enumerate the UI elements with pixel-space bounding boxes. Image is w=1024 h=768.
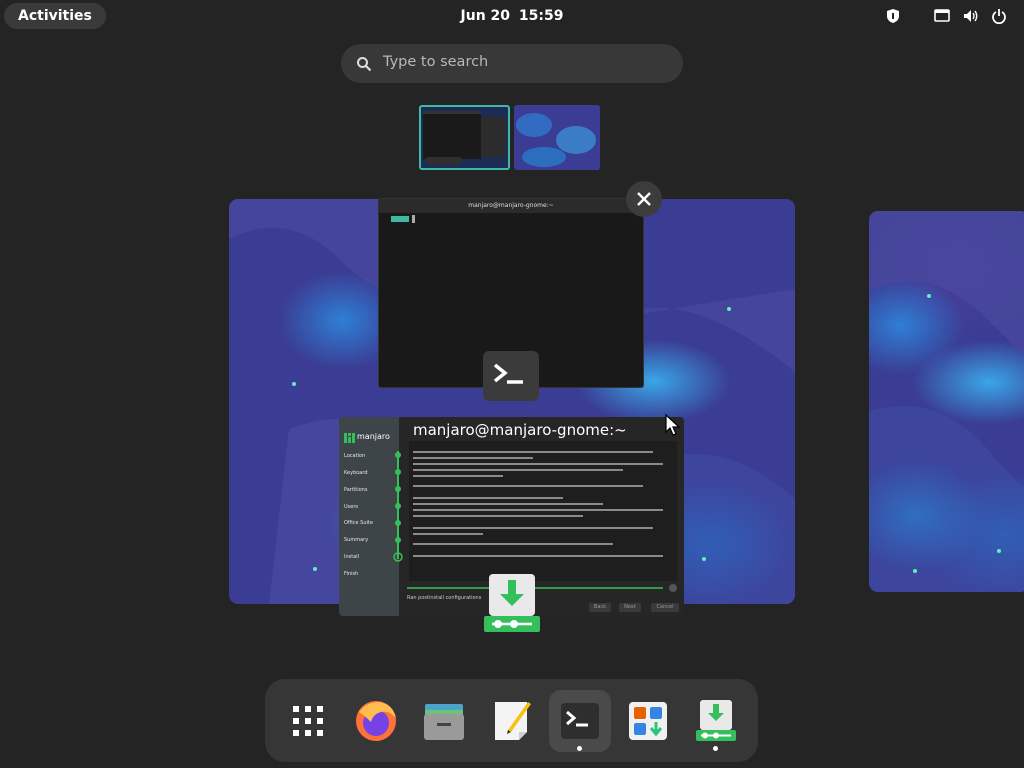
dash-item-firefox[interactable] (345, 690, 407, 752)
installer-brand: manjaro (357, 432, 390, 441)
workspace-thumbnail-2[interactable] (514, 105, 600, 170)
installer-step: Users (344, 504, 359, 510)
shield-icon[interactable] (885, 8, 901, 24)
installer-sidebar: manjaro Location Keyboard Partitions Use… (339, 417, 403, 616)
installer-cancel-button[interactable]: Cancel (651, 603, 679, 612)
installer-icon (484, 574, 540, 632)
wallpaper-pattern (869, 211, 1024, 592)
installer-step: Keyboard (344, 470, 368, 476)
dash-item-installer[interactable] (685, 690, 747, 752)
workspace-thumbnail-preview (514, 105, 600, 170)
workspace-thumbnail-preview (421, 107, 508, 168)
clock[interactable]: Jun 20 15:59 (0, 8, 1024, 24)
dash-item-terminal[interactable] (549, 690, 611, 752)
installer-window-title: manjaro@manjaro-gnome:~ (413, 421, 627, 439)
installer-step: Summary (344, 537, 369, 543)
terminal-window-header: manjaro@manjaro-gnome:~ (379, 199, 643, 213)
close-icon (637, 192, 651, 206)
running-indicator (713, 746, 718, 751)
clock-date: Jun 20 (460, 8, 511, 24)
installer-step: Install (344, 554, 360, 560)
dash (265, 679, 758, 762)
mouse-cursor-icon (665, 413, 681, 436)
installer-step: Finish (344, 571, 359, 577)
installer-progress-rail (393, 451, 403, 562)
terminal-window-title: manjaro@manjaro-gnome:~ (468, 202, 554, 209)
installer-step: Office Suite (344, 520, 373, 526)
terminal-icon (561, 703, 599, 739)
installer-next-button[interactable]: Next (619, 603, 641, 612)
text-editor-icon (495, 702, 531, 740)
search-placeholder: Type to search (383, 54, 489, 70)
search-entry[interactable]: Type to search (341, 44, 683, 83)
firefox-icon (356, 701, 396, 741)
terminal-prompt (391, 215, 415, 223)
software-icon (629, 702, 667, 740)
terminal-icon (483, 351, 539, 401)
dash-item-text-editor[interactable] (481, 690, 543, 752)
installer-step: Partitions (344, 487, 368, 493)
close-window-button[interactable] (626, 181, 662, 217)
volume-icon[interactable] (963, 8, 979, 24)
installer-icon (696, 700, 736, 741)
installer-progress-bar (407, 584, 677, 592)
grid-icon (293, 706, 323, 736)
dash-item-software[interactable] (617, 690, 679, 752)
power-icon[interactable] (991, 8, 1007, 24)
clock-time: 15:59 (518, 8, 564, 24)
installer-step: Location (344, 453, 366, 459)
installer-back-button[interactable]: Back (589, 603, 611, 612)
installer-log (409, 441, 677, 581)
workspace-thumbnail-1[interactable] (419, 105, 510, 170)
show-apps-button[interactable] (277, 690, 339, 752)
installer-log-lines (413, 451, 663, 557)
files-icon (424, 704, 464, 740)
workspace-preview-next[interactable] (869, 211, 1024, 592)
installer-status-text: Ran postinstall configurations (407, 595, 482, 601)
top-bar: Activities Jun 20 15:59 (0, 0, 1024, 32)
search-icon (357, 57, 372, 72)
dash-item-files[interactable] (413, 690, 475, 752)
display-icon[interactable] (934, 8, 950, 24)
running-indicator (577, 746, 582, 751)
